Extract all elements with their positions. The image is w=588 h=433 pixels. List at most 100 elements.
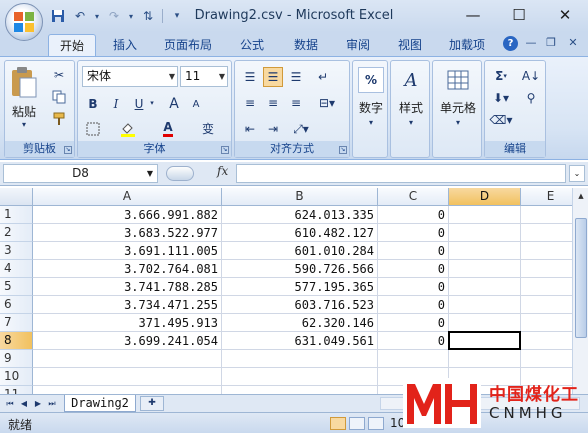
row-header[interactable]: 2 — [0, 224, 33, 242]
close-icon[interactable]: ✕ — [542, 0, 588, 30]
insert-sheet-icon[interactable]: ✚ — [140, 396, 164, 411]
formula-input[interactable] — [236, 164, 566, 183]
fx-icon[interactable]: fx — [217, 164, 228, 178]
chevron-down-icon[interactable]: ▾ — [433, 117, 483, 127]
column-header-c[interactable]: C — [378, 188, 449, 206]
row-header[interactable]: 10 — [0, 368, 33, 386]
align-right-icon[interactable]: ≡ — [286, 93, 306, 113]
align-left-icon[interactable]: ≡ — [240, 93, 260, 113]
fill-icon[interactable]: ⬇▾ — [488, 88, 514, 108]
cell-e[interactable] — [521, 260, 572, 278]
font-color-icon[interactable]: A — [158, 119, 178, 139]
chevron-down-icon[interactable]: ▾ — [148, 99, 156, 107]
format-painter-icon[interactable] — [49, 109, 69, 129]
cell-e[interactable] — [521, 314, 572, 332]
tab-home[interactable]: 开始 — [48, 34, 96, 56]
font-name-dropdown[interactable]: 宋体 ▼ — [82, 66, 178, 87]
underline-button[interactable]: U — [129, 94, 149, 114]
row-header[interactable]: 1 — [0, 206, 33, 224]
cell-a[interactable] — [33, 368, 222, 386]
tab-page-layout[interactable]: 页面布局 — [156, 34, 220, 56]
cell-d[interactable] — [449, 206, 521, 224]
find-icon[interactable]: ⚲ — [518, 88, 544, 108]
cell-e[interactable] — [521, 278, 572, 296]
row-header[interactable]: 9 — [0, 350, 33, 368]
column-header-d[interactable]: D — [449, 188, 521, 206]
cell-a[interactable] — [33, 350, 222, 368]
wrap-text-icon[interactable]: ↵ — [313, 67, 333, 87]
cell-a[interactable]: 3.666.991.882 — [33, 206, 222, 224]
autosum-icon[interactable]: Σ ▾ — [488, 66, 514, 86]
orientation-icon[interactable]: ⤢▾ — [286, 119, 316, 139]
row-header[interactable]: 3 — [0, 242, 33, 260]
cell-b[interactable]: 577.195.365 — [222, 278, 378, 296]
dialog-launcher-icon[interactable]: ↘ — [221, 146, 229, 154]
cell-a[interactable]: 3.734.471.255 — [33, 296, 222, 314]
align-center-icon[interactable]: ≡ — [263, 93, 283, 113]
row-header[interactable]: 4 — [0, 260, 33, 278]
percent-icon[interactable]: % — [358, 67, 384, 93]
styles-button-label[interactable]: 样式 — [391, 99, 431, 116]
cell-d[interactable] — [449, 296, 521, 314]
cell-b[interactable]: 631.049.561 — [222, 332, 378, 350]
cell-a[interactable]: 3.741.788.285 — [33, 278, 222, 296]
chevron-down-icon[interactable]: ▾ — [7, 119, 41, 129]
dialog-launcher-icon[interactable]: ↘ — [64, 146, 72, 154]
cell-c[interactable]: 0 — [378, 260, 449, 278]
chevron-down-icon[interactable]: ▾ — [353, 117, 389, 127]
copy-icon[interactable] — [49, 87, 69, 107]
cell-a[interactable] — [33, 386, 222, 394]
select-all-corner[interactable] — [0, 188, 33, 206]
merge-center-icon[interactable]: ⊟▾ — [313, 93, 341, 113]
cell-a[interactable]: 3.702.764.081 — [33, 260, 222, 278]
cell-d[interactable] — [449, 278, 521, 296]
cells-icon[interactable] — [445, 67, 471, 93]
cell-c[interactable] — [378, 350, 449, 368]
cell-b[interactable]: 601.010.284 — [222, 242, 378, 260]
page-layout-view-icon[interactable] — [349, 417, 365, 430]
tab-data[interactable]: 数据 — [286, 34, 326, 56]
cells-button-label[interactable]: 单元格 — [433, 99, 483, 116]
cell-b[interactable]: 603.716.523 — [222, 296, 378, 314]
cell-e[interactable] — [521, 350, 572, 368]
align-top-icon[interactable]: ☰ — [240, 67, 260, 87]
cell-d[interactable] — [449, 350, 521, 368]
sort-filter-icon[interactable]: A↓ — [518, 66, 544, 86]
row-header[interactable]: 6 — [0, 296, 33, 314]
cell-b[interactable]: 610.482.127 — [222, 224, 378, 242]
row-header[interactable]: 11 — [0, 386, 33, 394]
expand-formula-icon[interactable]: ⌄ — [569, 165, 585, 182]
cell-b[interactable] — [222, 350, 378, 368]
tab-review[interactable]: 审阅 — [338, 34, 378, 56]
font-size-dropdown[interactable]: 11 ▼ — [180, 66, 228, 87]
italic-button[interactable]: I — [106, 94, 126, 114]
chevron-down-icon[interactable]: ▾ — [391, 117, 431, 127]
fill-color-icon[interactable] — [118, 119, 138, 139]
cell-b[interactable]: 624.013.335 — [222, 206, 378, 224]
cell-d[interactable] — [449, 224, 521, 242]
column-header-e[interactable]: E — [521, 188, 572, 206]
tab-insert[interactable]: 插入 — [103, 34, 147, 56]
align-bottom-icon[interactable]: ☰ — [286, 67, 306, 87]
clear-icon[interactable]: ⌫▾ — [488, 110, 514, 130]
office-button[interactable] — [5, 3, 43, 41]
cell-c[interactable]: 0 — [378, 242, 449, 260]
help-icon[interactable]: ? — [503, 36, 518, 51]
next-sheet-icon[interactable]: ▶ — [32, 398, 44, 410]
worksheet-grid[interactable]: A B C D E 1 3.666.991.882 624.013.335 0 2 3.6… — [0, 188, 572, 394]
cell-e[interactable] — [521, 332, 572, 350]
cell-e[interactable] — [521, 224, 572, 242]
cell-b[interactable]: 590.726.566 — [222, 260, 378, 278]
cell-e[interactable] — [521, 296, 572, 314]
cell-e[interactable] — [521, 242, 572, 260]
page-break-view-icon[interactable] — [368, 417, 384, 430]
scroll-up-icon[interactable]: ▲ — [575, 190, 587, 202]
scroll-thumb[interactable] — [575, 218, 587, 338]
cell-a[interactable]: 3.699.241.054 — [33, 332, 222, 350]
cell-b[interactable] — [222, 386, 378, 394]
cell-d[interactable] — [449, 242, 521, 260]
formula-cancel-icon[interactable] — [166, 166, 194, 181]
normal-view-icon[interactable] — [330, 417, 346, 430]
row-header[interactable]: 7 — [0, 314, 33, 332]
cell-c[interactable]: 0 — [378, 296, 449, 314]
